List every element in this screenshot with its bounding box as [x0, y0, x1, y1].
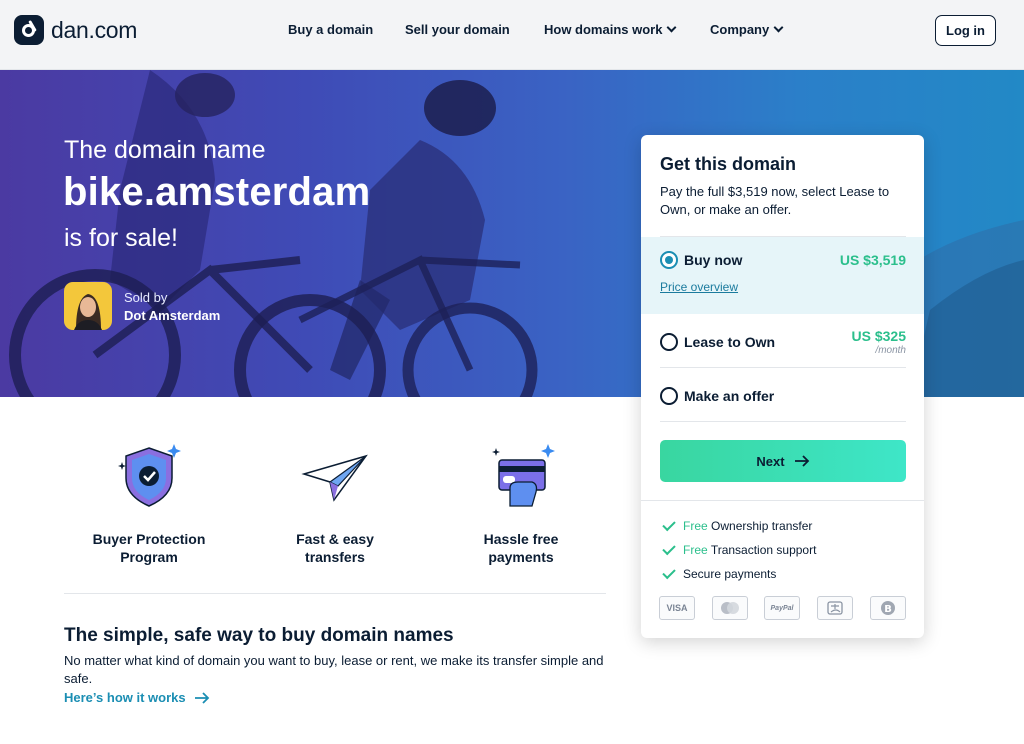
- dan-logo-icon: [14, 15, 44, 45]
- perk-secure-payments: Secure payments: [662, 565, 776, 581]
- purchase-card: Get this domain Pay the full $3,519 now,…: [641, 135, 924, 638]
- card-divider: [641, 500, 924, 501]
- info-text: No matter what kind of domain you want t…: [64, 653, 604, 686]
- feature-hassle-free-payments: Hassle free payments: [436, 440, 606, 566]
- check-icon: [662, 517, 676, 531]
- arrow-right-icon: [194, 691, 209, 704]
- seller-avatar: [64, 282, 112, 330]
- arrow-right-icon: [794, 455, 809, 467]
- lease-period: /month: [875, 345, 906, 356]
- site-header: dan.com Buy a domain Sell your domain Ho…: [0, 0, 1024, 70]
- seller-name: Dot Amsterdam: [124, 308, 221, 323]
- hero-pretitle: The domain name: [64, 136, 266, 164]
- option-label: Buy now: [684, 252, 743, 268]
- info-title: The simple, safe way to buy domain names: [64, 625, 454, 646]
- chevron-down-icon: [667, 22, 677, 33]
- visa-icon: VISA: [659, 596, 695, 620]
- hero-domain-name: bike.amsterdam: [63, 170, 371, 214]
- feature-fast-transfers: Fast & easy transfers: [250, 440, 420, 566]
- feature-buyer-protection: Buyer Protection Program: [64, 440, 234, 566]
- radio-make-offer[interactable]: [660, 387, 678, 405]
- svg-text:B: B: [884, 604, 892, 615]
- check-icon: [662, 565, 676, 579]
- logo[interactable]: dan.com: [14, 15, 137, 45]
- section-divider: [64, 593, 606, 594]
- check-icon: [662, 541, 676, 555]
- radio-buy-now[interactable]: [660, 251, 678, 269]
- option-divider: [660, 421, 906, 422]
- option-lease-to-own[interactable]: Lease to Own: [684, 334, 775, 350]
- perk-transaction-support: Free Transaction support: [662, 541, 816, 557]
- alipay-icon: [817, 596, 853, 620]
- radio-lease-to-own[interactable]: [660, 333, 678, 351]
- price-overview-link[interactable]: Price overview: [660, 280, 738, 294]
- nav-how-domains-work[interactable]: How domains work: [544, 22, 677, 37]
- hero-posttitle: is for sale!: [64, 224, 178, 252]
- bitcoin-icon: B: [870, 596, 906, 620]
- nav-buy-domain[interactable]: Buy a domain: [288, 22, 373, 37]
- how-it-works-link[interactable]: Here’s how it works: [64, 690, 210, 705]
- lease-price: US $325: [851, 328, 906, 344]
- nav-sell-domain[interactable]: Sell your domain: [405, 22, 510, 37]
- feature-label: Buyer Protection Program: [92, 531, 206, 565]
- card-description: Pay the full $3,519 now, select Lease to…: [660, 184, 890, 217]
- option-buy-now[interactable]: Buy now US $3,519: [641, 237, 924, 314]
- paper-plane-icon: [301, 454, 368, 502]
- nav-company[interactable]: Company: [710, 22, 784, 37]
- login-button[interactable]: Log in: [935, 15, 996, 46]
- credit-card-hand-icon: [492, 444, 555, 507]
- buy-price: US $3,519: [839, 252, 906, 268]
- option-divider: [660, 367, 906, 368]
- feature-label: Hassle free payments: [483, 531, 559, 565]
- next-button[interactable]: Next: [660, 440, 906, 482]
- seller-label: Sold by: [124, 290, 168, 305]
- chevron-down-icon: [773, 22, 784, 33]
- option-make-offer[interactable]: Make an offer: [684, 388, 774, 404]
- feature-label: Fast & easy transfers: [296, 531, 374, 565]
- card-title: Get this domain: [660, 154, 797, 174]
- shield-check-icon: [118, 444, 181, 507]
- perk-ownership-transfer: Free Ownership transfer: [662, 517, 812, 533]
- paypal-icon: PayPal: [764, 596, 800, 620]
- mastercard-icon: [712, 596, 748, 620]
- logo-text: dan.com: [51, 16, 138, 43]
